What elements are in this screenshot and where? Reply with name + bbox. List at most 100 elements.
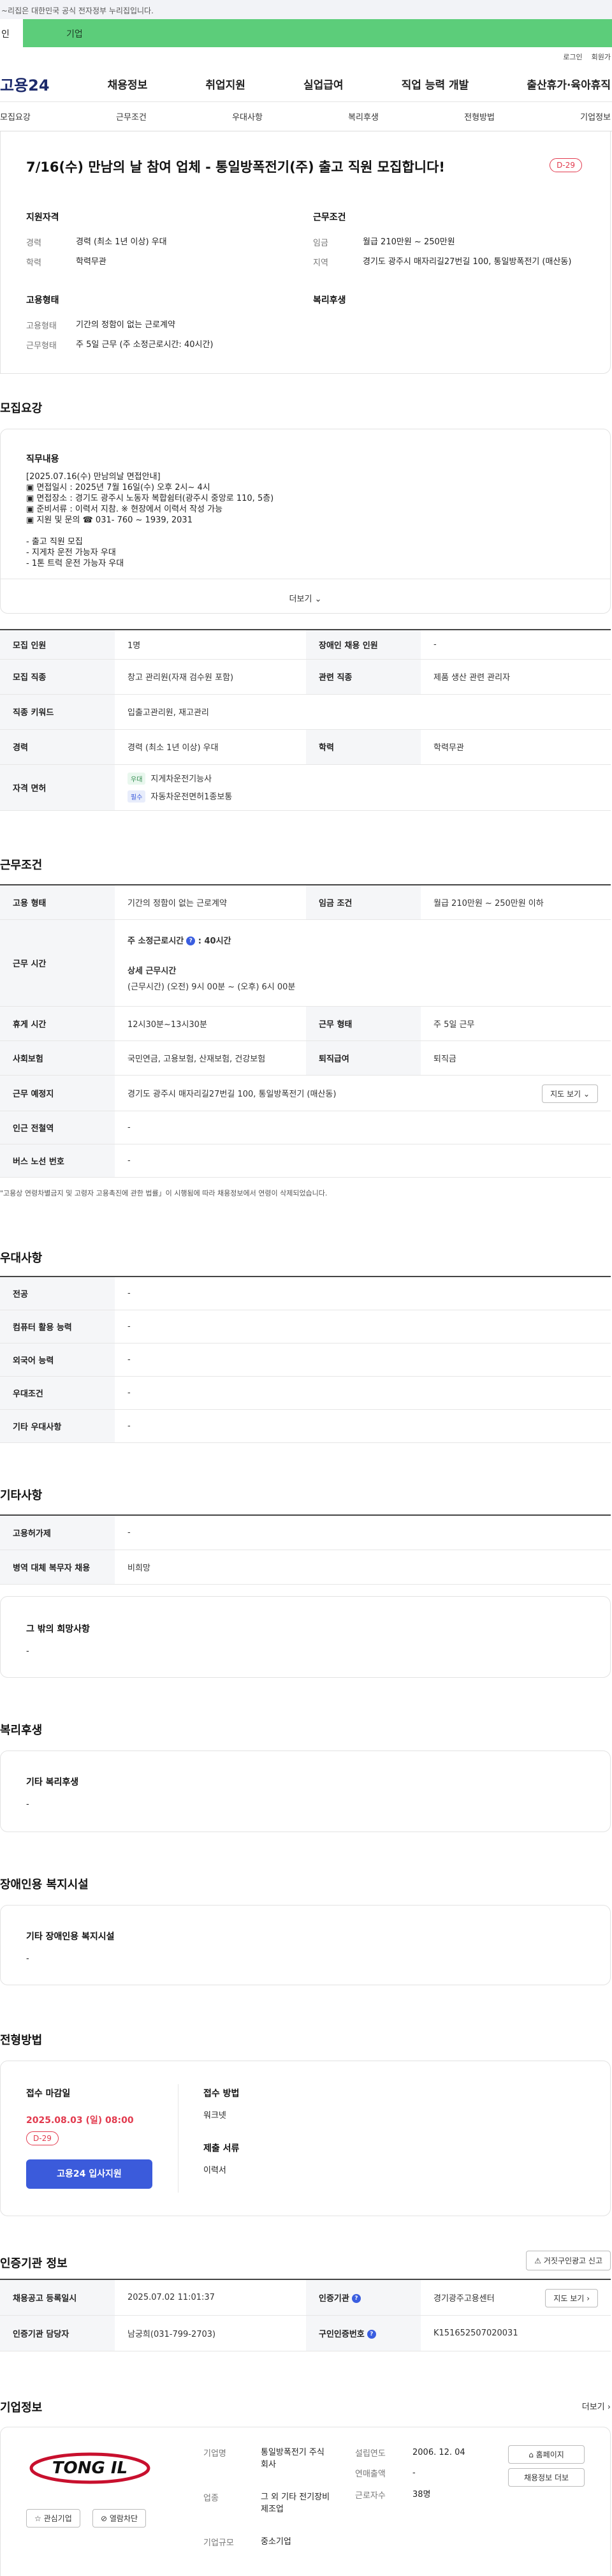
hours-detail-value: (근무시간) (오전) 9시 00분 ~ (오후) 6시 00분 [127,982,296,992]
anchor-item[interactable]: 복리후생 [348,110,379,122]
company-logo-text: TONG IL [52,2459,127,2478]
company-card: TONG IL ☆ 관심기업 ⊘ 열람차단 기업명 통일방폭전기 주식회사 업종… [0,2427,611,2576]
map-button[interactable]: 지도 보기 › [545,2289,598,2307]
industry-label: 업종 [203,2494,219,2503]
anchor-item[interactable]: 기업정보 [580,110,611,122]
cell-value: 경기도 광주시 매자리길27번길 100, 통일방폭전기 (매산동) [127,1089,337,1099]
table-row: 전공 - [0,1277,611,1310]
dday-badge: D-29 [26,2131,59,2145]
cert-label: 인증기관 [319,2293,349,2304]
anchor-item[interactable]: 전형방법 [464,110,495,122]
qual-label: 학력 [26,258,41,268]
favorite-company-button[interactable]: ☆ 관심기업 [26,2509,80,2528]
benefit-title: 기타 복리후생 [26,1777,79,1788]
duty-title: 직무내용 [26,454,59,464]
home-icon: ⌂ [528,2450,534,2459]
docs-label: 제출 서류 [203,2143,240,2154]
table-row: 기타 우대사항 - [0,1409,611,1442]
table-row: 우대조건 - [0,1376,611,1409]
duty-card: 직무내용 [2025.07.16(수) 만남의날 면접안내] ▣ 면접일시 : … [0,429,611,614]
gnb-item[interactable]: 직업 능력 개발 [402,76,469,92]
block-company-button[interactable]: ⊘ 열람차단 [92,2509,147,2528]
cell-value: 1명 [127,640,141,651]
work-table: 고용 형태 기간의 정함이 없는 근로계약 임금 조건 월급 210만원 ~ 250만… [0,884,611,1178]
emp-label: 고용형태 [26,322,57,331]
gnb-item[interactable]: 채용정보 [108,76,148,92]
disabled-value: - [26,1954,29,1964]
qual-value: 경력 (최소 1년 이상) 우대 [76,237,167,247]
site-logo[interactable]: 고용24 [0,73,50,95]
qualification-block: 지원자격 경력 경력 (최소 1년 이상) 우대 학력 학력무관 [26,211,294,268]
company-size-value: 중소기업 [261,2537,291,2547]
license-name: 자동차운전면허1종보통 [150,792,233,802]
anchor-item[interactable]: 모집요강 [0,110,31,122]
employment-title: 고용형태 [26,295,59,306]
cell-label: 관련 직종 [306,659,421,694]
age-notice: "고용상 연령차별금지 및 고령자 고용촉진에 관한 법률」이 시행됨에 따라 … [0,1189,328,1197]
cond-label: 임금 [313,239,328,248]
hours-cell: 주 소정근로시간? : 40시간 상세 근무시간 (근무시간) (오전) 9시 … [115,919,611,1006]
emp-label: 근무형태 [26,341,57,351]
cell-value: 기간의 정함이 없는 근로계약 [127,898,227,908]
cell-value: 12시30분~13시30분 [127,1019,207,1030]
star-icon: ☆ [34,2514,41,2523]
gov-banner: ~리집은 대한민국 공식 전자정부 누리집입니다. [0,0,612,19]
help-icon[interactable]: ? [186,936,196,945]
license-list: 우대 지게차운전기능사 필수 자동차운전면허1종보통 [115,764,611,810]
tab-individual[interactable]: 인 [0,19,23,47]
section-title-etc: 기타사항 [0,1489,43,1502]
duty-line: ▣ 면접일시 : 2025년 7월 16일(수) 오후 2시~ 4시 [26,483,210,492]
company-logo: TONG IL [26,2445,154,2490]
agency-table: 채용공고 등록일시 2025.07.02 11:01:37 인증기관? 경기광주고용… [0,2279,611,2351]
cell-value: - [127,1155,131,1166]
block-icon: ⊘ [101,2514,108,2523]
homepage-button[interactable]: ⌂ 홈페이지 [508,2445,585,2464]
table-row: 컴퓨터 활용 능력 - [0,1310,611,1343]
duty-more-button[interactable]: 더보기 ⌄ [1,579,610,613]
hours-weekly-label: 주 소정근로시간 [127,936,184,946]
tab-company[interactable]: 기업 [23,19,612,47]
join-link[interactable]: 회원가 [592,52,611,62]
cond-value: 월급 210만원 ~ 250만원 [363,237,455,247]
table-row: 사회보험 국민연금, 고용보험, 산재보험, 건강보험 퇴직급여 퇴직금 [0,1040,611,1075]
help-icon[interactable]: ? [367,2330,376,2339]
company-jobs-button[interactable]: 채용정보 더보 [508,2468,585,2487]
login-link[interactable]: 로그인 [563,52,582,62]
map-button[interactable]: 지도 보기 ⌄ [542,1084,598,1103]
cell-label: 사회보험 [0,1040,115,1075]
table-row: 경력 경력 (최소 1년 이상) 우대 학력 학력무관 [0,729,611,764]
cell-value: - [127,1527,131,1537]
cell-value: - [127,1354,131,1365]
welfare-title: 복리후생 [313,295,346,306]
report-button[interactable]: ⚠ 거짓구인광고 신고 [526,2251,611,2270]
table-row: 채용공고 등록일시 2025.07.02 11:01:37 인증기관? 경기광주고용… [0,2279,611,2315]
help-icon[interactable]: ? [351,2294,361,2304]
table-row: 자격 면허 우대 지게차운전기능사 필수 자동차운전면허1종보통 [0,764,611,810]
section-title-screening: 전형방법 [0,2034,43,2047]
emp-value: 기간의 정함이 없는 근로계약 [76,320,175,330]
sales-label: 연매출액 [355,2469,386,2479]
cell-label: 직종 키워드 [0,694,115,729]
employees-value: 38명 [412,2490,431,2499]
gnb-item[interactable]: 취업지원 [205,76,245,92]
section-title-work: 근무조건 [0,859,43,872]
company-more-link[interactable]: 더보기 › [582,2400,611,2412]
cell-value: 남궁희(031-799-2703) [127,2329,216,2339]
anchor-item[interactable]: 우대사항 [232,110,263,122]
benefit-card: 기타 복리후생 - [0,1751,611,1832]
cell-value: - [127,1388,131,1398]
report-icon: ⚠ [534,2256,542,2265]
employees-label: 근로자수 [355,2491,386,2501]
screening-card: 접수 마감일 2025.08.03 (일) 08:00 D-29 고용24 입사… [0,2061,611,2216]
gnb-item[interactable]: 실업급여 [303,76,344,92]
table-row: 인증기관 담당자 남궁희(031-799-2703) 구인인증번호? K1516525… [0,2315,611,2351]
cell-label: 병역 대체 복무자 채용 [0,1550,115,1584]
cell-label: 외국어 능력 [0,1343,115,1376]
cell-value: 월급 210만원 ~ 250만원 이하 [433,898,544,908]
benefit-value: - [26,1800,29,1809]
apply-button[interactable]: 고용24 입사지원 [26,2159,152,2189]
cell-value: 비희망 [127,1563,150,1573]
table-row: 고용허가제 - [0,1515,611,1550]
gnb-item[interactable]: 출산휴가·육아휴직 [527,76,611,92]
anchor-item[interactable]: 근무조건 [116,110,147,122]
